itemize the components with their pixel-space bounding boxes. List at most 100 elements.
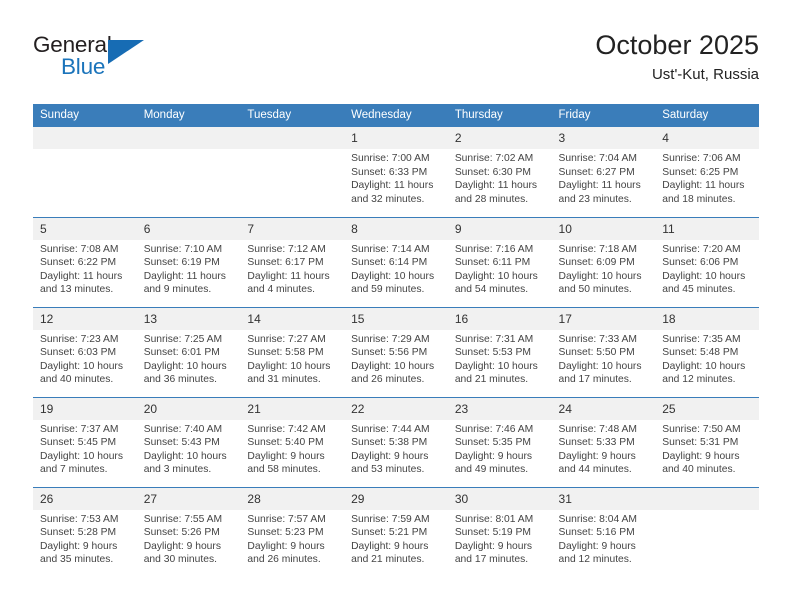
sunset-text: Sunset: 5:31 PM — [662, 437, 739, 449]
calendar-day-cell[interactable]: 25 Sunrise: 7:50 AM Sunset: 5:31 PM Dayligh… — [655, 396, 759, 487]
daylight-text-line1: Daylight: 11 hours — [351, 180, 434, 192]
calendar-day-cell[interactable]: 10 Sunrise: 7:18 AM Sunset: 6:09 PM Dayligh… — [551, 216, 656, 307]
weekday-header-monday: Monday — [136, 104, 241, 127]
sunset-text: Sunset: 5:53 PM — [454, 347, 531, 359]
day-number: 8 — [344, 217, 448, 240]
sunset-text: Sunset: 5:16 PM — [558, 527, 635, 539]
calendar-day-cell[interactable]: 4 Sunrise: 7:06 AM Sunset: 6:25 PM Daylight… — [655, 127, 759, 217]
calendar-day-cell[interactable]: 1 Sunrise: 7:00 AM Sunset: 6:33 PM Daylight… — [344, 127, 448, 217]
calendar-day-cell[interactable]: 26 Sunrise: 7:53 AM Sunset: 5:28 PM Dayligh… — [33, 486, 137, 577]
sunset-text: Sunset: 5:38 PM — [351, 437, 428, 449]
daylight-text-line1: Daylight: 10 hours — [40, 450, 123, 462]
calendar-day-cell[interactable]: 20 Sunrise: 7:40 AM Sunset: 5:43 PM Dayligh… — [136, 396, 241, 487]
calendar-day-cell[interactable]: 31 Sunrise: 8:04 AM Sunset: 5:16 PM Dayligh… — [551, 486, 656, 577]
day-details: Sunrise: 7:59 AM Sunset: 5:21 PM Daylight:… — [344, 510, 448, 567]
calendar-day-cell[interactable]: 12 Sunrise: 7:23 AM Sunset: 6:03 PM Dayligh… — [33, 306, 137, 397]
day-number: 17 — [551, 307, 656, 330]
day-details: Sunrise: 7:57 AM Sunset: 5:23 PM Daylight:… — [240, 510, 344, 567]
sunrise-text: Sunrise: 7:55 AM — [143, 513, 223, 525]
calendar-page: General Blue October 2025 Ust'-Kut, Russ… — [0, 0, 792, 612]
calendar-day-cell[interactable]: 9 Sunrise: 7:16 AM Sunset: 6:11 PM Daylight… — [447, 216, 552, 307]
sunrise-text: Sunrise: 7:40 AM — [143, 423, 223, 435]
day-number: 20 — [136, 397, 241, 420]
daylight-text-line2: and 12 minutes. — [662, 374, 736, 386]
calendar-day-cell[interactable]: 3 Sunrise: 7:04 AM Sunset: 6:27 PM Daylight… — [551, 127, 656, 217]
calendar-day-cell[interactable]: 11 Sunrise: 7:20 AM Sunset: 6:06 PM Dayligh… — [655, 216, 759, 307]
calendar-day-cell[interactable]: 14 Sunrise: 7:27 AM Sunset: 5:58 PM Dayligh… — [240, 306, 345, 397]
daylight-text-line1: Daylight: 10 hours — [662, 360, 746, 372]
calendar-day-cell[interactable]: 2 Sunrise: 7:02 AM Sunset: 6:30 PM Daylight… — [447, 127, 552, 217]
daylight-text-line1: Daylight: 9 hours — [351, 450, 429, 462]
daylight-text-line2: and 18 minutes. — [662, 193, 736, 205]
calendar-day-cell[interactable]: 28 Sunrise: 7:57 AM Sunset: 5:23 PM Dayligh… — [240, 486, 345, 577]
sunrise-sunset-calendar: Sunday Monday Tuesday Wednesday Thursday Frid… — [33, 104, 759, 577]
sunrise-text: Sunrise: 7:27 AM — [247, 333, 326, 345]
sunrise-text: Sunrise: 8:04 AM — [558, 513, 637, 525]
calendar-day-cell[interactable]: 6 Sunrise: 7:10 AM Sunset: 6:19 PM Daylight… — [136, 216, 241, 307]
day-number: 23 — [447, 397, 552, 420]
sunrise-text: Sunrise: 7:14 AM — [351, 243, 430, 255]
calendar-day-cell[interactable]: 30 Sunrise: 8:01 AM Sunset: 5:19 PM Dayligh… — [447, 486, 552, 577]
day-details: Sunrise: 7:40 AM Sunset: 5:43 PM Daylight:… — [137, 420, 241, 477]
day-number: 2 — [447, 127, 552, 149]
calendar-day-cell[interactable]: 5 Sunrise: 7:08 AM Sunset: 6:22 PM Daylight… — [33, 216, 137, 307]
sunset-text: Sunset: 6:01 PM — [143, 347, 220, 359]
daylight-text-line2: and 4 minutes. — [247, 284, 315, 296]
day-number — [240, 127, 345, 149]
calendar-day-cell[interactable]: 18 Sunrise: 7:35 AM Sunset: 5:48 PM Dayligh… — [655, 306, 759, 397]
calendar-day-cell[interactable]: 23 Sunrise: 7:46 AM Sunset: 5:35 PM Dayligh… — [447, 396, 552, 487]
sunrise-text: Sunrise: 7:20 AM — [662, 243, 741, 255]
daylight-text-line2: and 44 minutes. — [558, 464, 632, 476]
daylight-text-line2: and 13 minutes. — [40, 284, 114, 296]
daylight-text-line2: and 26 minutes. — [351, 374, 425, 386]
day-number: 15 — [344, 307, 448, 330]
day-details: Sunrise: 8:04 AM Sunset: 5:16 PM Daylight:… — [552, 510, 656, 567]
calendar-day-cell[interactable]: 27 Sunrise: 7:55 AM Sunset: 5:26 PM Dayligh… — [136, 486, 241, 577]
calendar-day-cell[interactable]: 19 Sunrise: 7:37 AM Sunset: 5:45 PM Dayligh… — [33, 396, 137, 487]
calendar-body: 1 Sunrise: 7:00 AM Sunset: 6:33 PM Daylight… — [33, 127, 759, 577]
sunset-text: Sunset: 5:26 PM — [143, 527, 220, 539]
calendar-day-cell[interactable]: 17 Sunrise: 7:33 AM Sunset: 5:50 PM Dayligh… — [551, 306, 656, 397]
sunset-text: Sunset: 5:58 PM — [247, 347, 324, 359]
daylight-text-line1: Daylight: 10 hours — [454, 360, 538, 372]
daylight-text-line2: and 17 minutes. — [558, 374, 632, 386]
daylight-text-line1: Daylight: 10 hours — [351, 270, 435, 282]
brand-logo[interactable]: General Blue — [33, 32, 163, 84]
calendar-day-cell[interactable]: 29 Sunrise: 7:59 AM Sunset: 5:21 PM Dayligh… — [344, 486, 448, 577]
daylight-text-line1: Daylight: 9 hours — [454, 450, 533, 462]
brand-name-blue: Blue — [61, 54, 106, 79]
day-details: Sunrise: 7:29 AM Sunset: 5:56 PM Daylight:… — [344, 330, 448, 387]
day-number: 11 — [655, 217, 759, 240]
day-details: Sunrise: 7:04 AM Sunset: 6:27 PM Daylight:… — [552, 149, 656, 206]
calendar-day-cell[interactable]: 24 Sunrise: 7:48 AM Sunset: 5:33 PM Dayligh… — [551, 396, 656, 487]
day-details: Sunrise: 7:02 AM Sunset: 6:30 PM Daylight:… — [448, 149, 552, 206]
weekday-header-sunday: Sunday — [33, 104, 137, 127]
sunrise-text: Sunrise: 7:44 AM — [351, 423, 430, 435]
day-details: Sunrise: 7:18 AM Sunset: 6:09 PM Daylight:… — [552, 240, 656, 297]
calendar-day-cell[interactable]: 16 Sunrise: 7:31 AM Sunset: 5:53 PM Dayligh… — [447, 306, 552, 397]
sunrise-text: Sunrise: 7:57 AM — [247, 513, 326, 525]
day-number: 29 — [344, 487, 448, 510]
daylight-text-line2: and 21 minutes. — [454, 374, 529, 386]
calendar-day-cell[interactable]: 15 Sunrise: 7:29 AM Sunset: 5:56 PM Dayligh… — [344, 306, 448, 397]
sunrise-text: Sunrise: 7:16 AM — [454, 243, 534, 255]
daylight-text-line2: and 40 minutes. — [662, 464, 736, 476]
daylight-text-line1: Daylight: 10 hours — [662, 270, 746, 282]
daylight-text-line1: Daylight: 9 hours — [662, 450, 740, 462]
calendar-day-cell[interactable]: 22 Sunrise: 7:44 AM Sunset: 5:38 PM Dayligh… — [344, 396, 448, 487]
calendar-day-cell[interactable]: 13 Sunrise: 7:25 AM Sunset: 6:01 PM Dayligh… — [136, 306, 241, 397]
daylight-text-line1: Daylight: 9 hours — [143, 540, 221, 552]
calendar-day-cell[interactable]: 8 Sunrise: 7:14 AM Sunset: 6:14 PM Daylight… — [344, 216, 448, 307]
daylight-text-line2: and 17 minutes. — [454, 554, 529, 566]
calendar-day-cell[interactable]: 21 Sunrise: 7:42 AM Sunset: 5:40 PM Dayligh… — [240, 396, 345, 487]
calendar-week-row: 26 Sunrise: 7:53 AM Sunset: 5:28 PM Dayligh… — [33, 486, 759, 577]
calendar-week-row: 19 Sunrise: 7:37 AM Sunset: 5:45 PM Dayligh… — [33, 396, 759, 487]
sunset-text: Sunset: 6:30 PM — [454, 166, 531, 178]
sunrise-text: Sunrise: 7:48 AM — [558, 423, 637, 435]
calendar-day-cell[interactable]: 7 Sunrise: 7:12 AM Sunset: 6:17 PM Daylight… — [240, 216, 345, 307]
sunset-text: Sunset: 5:28 PM — [40, 527, 117, 539]
day-details: Sunrise: 7:06 AM Sunset: 6:25 PM Daylight:… — [655, 149, 759, 206]
daylight-text-line1: Daylight: 9 hours — [558, 540, 636, 552]
sunset-text: Sunset: 6:06 PM — [662, 257, 739, 269]
page-title: October 2025 — [595, 30, 759, 60]
